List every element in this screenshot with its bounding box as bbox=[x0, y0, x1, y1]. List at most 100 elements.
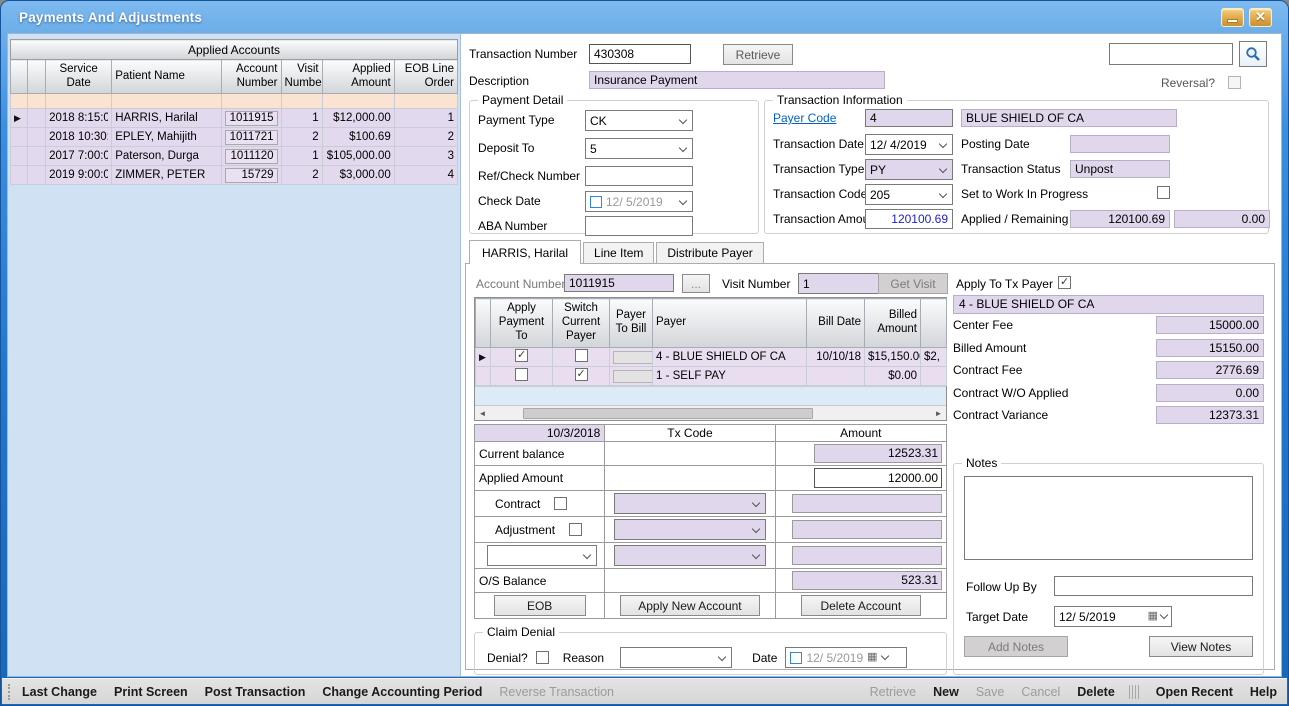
adjustment-checkbox[interactable] bbox=[569, 523, 582, 536]
transaction-number-input[interactable] bbox=[589, 44, 691, 64]
delete-account-button[interactable]: Delete Account bbox=[801, 595, 921, 616]
last-change-button[interactable]: Last Change bbox=[22, 685, 97, 699]
switch-current-payer-header[interactable]: Switch Current Payer bbox=[553, 299, 610, 348]
open-recent-button[interactable]: Open Recent bbox=[1156, 685, 1233, 699]
payment-type-select[interactable]: CK bbox=[585, 110, 693, 131]
scroll-right-icon[interactable]: ► bbox=[931, 406, 946, 420]
denial-reason-select[interactable] bbox=[620, 647, 732, 668]
apply-new-account-button[interactable]: Apply New Account bbox=[620, 595, 760, 616]
delete-button[interactable]: Delete bbox=[1077, 685, 1115, 699]
denial-checkbox[interactable] bbox=[536, 651, 549, 664]
apply-payment-checkbox[interactable] bbox=[515, 349, 528, 362]
search-button[interactable] bbox=[1239, 41, 1267, 67]
check-date-picker[interactable]: 12/ 5/2019 bbox=[585, 191, 693, 212]
account-number-header[interactable]: Account Number bbox=[222, 60, 281, 94]
adjustment-tx-code-select[interactable] bbox=[614, 519, 766, 540]
switch-payer-checkbox[interactable] bbox=[575, 368, 588, 381]
billed-amount-header[interactable]: Billed Amount bbox=[865, 299, 921, 348]
contract-wo-applied-label: Contract W/O Applied bbox=[953, 386, 1156, 400]
applied-account-row[interactable]: 2019 9:00:0 ZIMMER, PETER 15729 2 $3,000… bbox=[11, 166, 458, 185]
tab-line-item[interactable]: Line Item bbox=[583, 242, 654, 263]
contract-checkbox[interactable] bbox=[554, 497, 567, 510]
target-date-picker[interactable]: 12/ 5/2019 ▦ bbox=[1054, 606, 1172, 627]
help-button[interactable]: Help bbox=[1250, 685, 1277, 699]
search-input[interactable] bbox=[1109, 43, 1233, 65]
add-notes-button[interactable]: Add Notes bbox=[964, 636, 1068, 657]
new-button[interactable]: New bbox=[933, 685, 959, 699]
follow-up-by-input[interactable] bbox=[1054, 576, 1253, 596]
reversal-checkbox[interactable] bbox=[1228, 76, 1241, 89]
notes-textarea[interactable] bbox=[964, 476, 1253, 560]
deposit-to-select[interactable]: 5 bbox=[585, 138, 693, 159]
grid-filter-row[interactable] bbox=[11, 94, 458, 109]
payer-to-bill-cell[interactable] bbox=[613, 351, 653, 364]
payer-code-field[interactable]: 4 bbox=[865, 109, 953, 127]
applied-amount-header[interactable]: Applied Amount bbox=[322, 60, 394, 94]
patient-name-header[interactable]: Patient Name bbox=[112, 60, 222, 94]
contract-variance-label: Contract Variance bbox=[953, 408, 1156, 422]
contract-amount-field[interactable] bbox=[792, 494, 942, 513]
applied-amount-cell: $12,000.00 bbox=[322, 109, 394, 128]
adjustment-amount-field[interactable] bbox=[792, 520, 942, 539]
retrieve-button[interactable]: Retrieve bbox=[723, 44, 793, 65]
ref-check-number-input[interactable] bbox=[585, 166, 693, 186]
payer-to-bill-cell[interactable] bbox=[613, 370, 653, 383]
scroll-left-icon[interactable]: ◄ bbox=[475, 406, 490, 420]
save-button[interactable]: Save bbox=[976, 685, 1005, 699]
eob-line-order-header[interactable]: EOB Line Order bbox=[394, 60, 457, 94]
transaction-amount-field[interactable]: 120100.69 bbox=[865, 209, 953, 229]
extra-amount-field[interactable] bbox=[792, 546, 942, 565]
scrollbar-thumb[interactable] bbox=[523, 408, 813, 419]
extra-type-select[interactable] bbox=[487, 545, 597, 566]
eob-button[interactable]: EOB bbox=[494, 595, 586, 616]
payer-grid-empty-area bbox=[475, 386, 946, 405]
payer-code-link[interactable]: Payer Code bbox=[773, 111, 836, 125]
contract-tx-code-select[interactable] bbox=[614, 493, 766, 514]
payer-header[interactable]: Payer bbox=[653, 299, 807, 348]
contract-fee-label: Contract Fee bbox=[953, 363, 1156, 377]
visit-number-header[interactable]: Visit Number bbox=[281, 60, 322, 94]
apply-to-tx-payer-checkbox[interactable] bbox=[1058, 276, 1071, 289]
payer-row[interactable]: ▶ 4 - BLUE SHIELD OF CA 10/10/18 $15,150… bbox=[476, 348, 947, 367]
view-notes-button[interactable]: View Notes bbox=[1149, 636, 1253, 657]
change-accounting-period-button[interactable]: Change Accounting Period bbox=[322, 685, 482, 699]
retrieve-status-button[interactable]: Retrieve bbox=[870, 685, 917, 699]
payer-grid-horizontal-scrollbar[interactable]: ◄ ► bbox=[475, 405, 946, 420]
transaction-date-picker[interactable]: 12/ 4/2019 bbox=[865, 134, 953, 155]
payer-row[interactable]: 1 - SELF PAY $0.00 bbox=[476, 367, 947, 386]
tab-account[interactable]: HARRIS, Harilal bbox=[469, 240, 581, 264]
tabstrip: HARRIS, Harilal Line Item Distribute Pay… bbox=[469, 240, 766, 263]
service-date-header[interactable]: Service Date bbox=[46, 60, 112, 94]
notes-title: Notes bbox=[962, 456, 1001, 470]
get-visit-button[interactable]: Get Visit bbox=[878, 273, 948, 294]
denial-date-picker[interactable]: 12/ 5/2019 ▦ bbox=[785, 647, 907, 668]
post-transaction-button[interactable]: Post Transaction bbox=[205, 685, 306, 699]
print-screen-button[interactable]: Print Screen bbox=[114, 685, 188, 699]
billed-amount-cell: $15,150.00 bbox=[865, 348, 921, 367]
transaction-type-select[interactable]: PY bbox=[865, 159, 953, 180]
switch-payer-checkbox[interactable] bbox=[575, 349, 588, 362]
cancel-button[interactable]: Cancel bbox=[1021, 685, 1060, 699]
transaction-date-label: Transaction Date bbox=[773, 137, 864, 151]
transaction-code-select[interactable]: 205 bbox=[865, 184, 953, 205]
payer-to-bill-header[interactable]: Payer To Bill bbox=[610, 299, 653, 348]
bill-date-header[interactable]: Bill Date bbox=[807, 299, 865, 348]
applied-account-row[interactable]: 2017 7:00:0 Paterson, Durga 1011120 1 $1… bbox=[11, 147, 458, 166]
reverse-transaction-button[interactable]: Reverse Transaction bbox=[499, 685, 614, 699]
check-date-checkbox[interactable] bbox=[590, 196, 602, 208]
tab-distribute-payer[interactable]: Distribute Payer bbox=[656, 242, 763, 263]
account-number-field[interactable]: 1011915 bbox=[564, 274, 674, 292]
apply-payment-to-header[interactable]: Apply Payment To bbox=[491, 299, 553, 348]
applied-account-row[interactable]: ▶ 2018 8:15:0 HARRIS, Harilal 1011915 1 … bbox=[11, 109, 458, 128]
grip-icon bbox=[8, 684, 12, 700]
work-in-progress-checkbox[interactable] bbox=[1157, 186, 1170, 199]
applied-account-row[interactable]: 2018 10:30:0 EPLEY, Mahijith 1011721 2 $… bbox=[11, 128, 458, 147]
close-button[interactable]: ✕ bbox=[1249, 8, 1272, 27]
applied-amount-input[interactable]: 12000.00 bbox=[814, 468, 942, 488]
apply-payment-checkbox[interactable] bbox=[515, 368, 528, 381]
aba-number-input[interactable] bbox=[585, 216, 693, 236]
denial-date-checkbox[interactable] bbox=[790, 652, 802, 664]
minimize-button[interactable] bbox=[1221, 8, 1244, 27]
account-browse-button[interactable]: ... bbox=[682, 274, 710, 293]
extra-tx-code-select[interactable] bbox=[614, 545, 766, 566]
